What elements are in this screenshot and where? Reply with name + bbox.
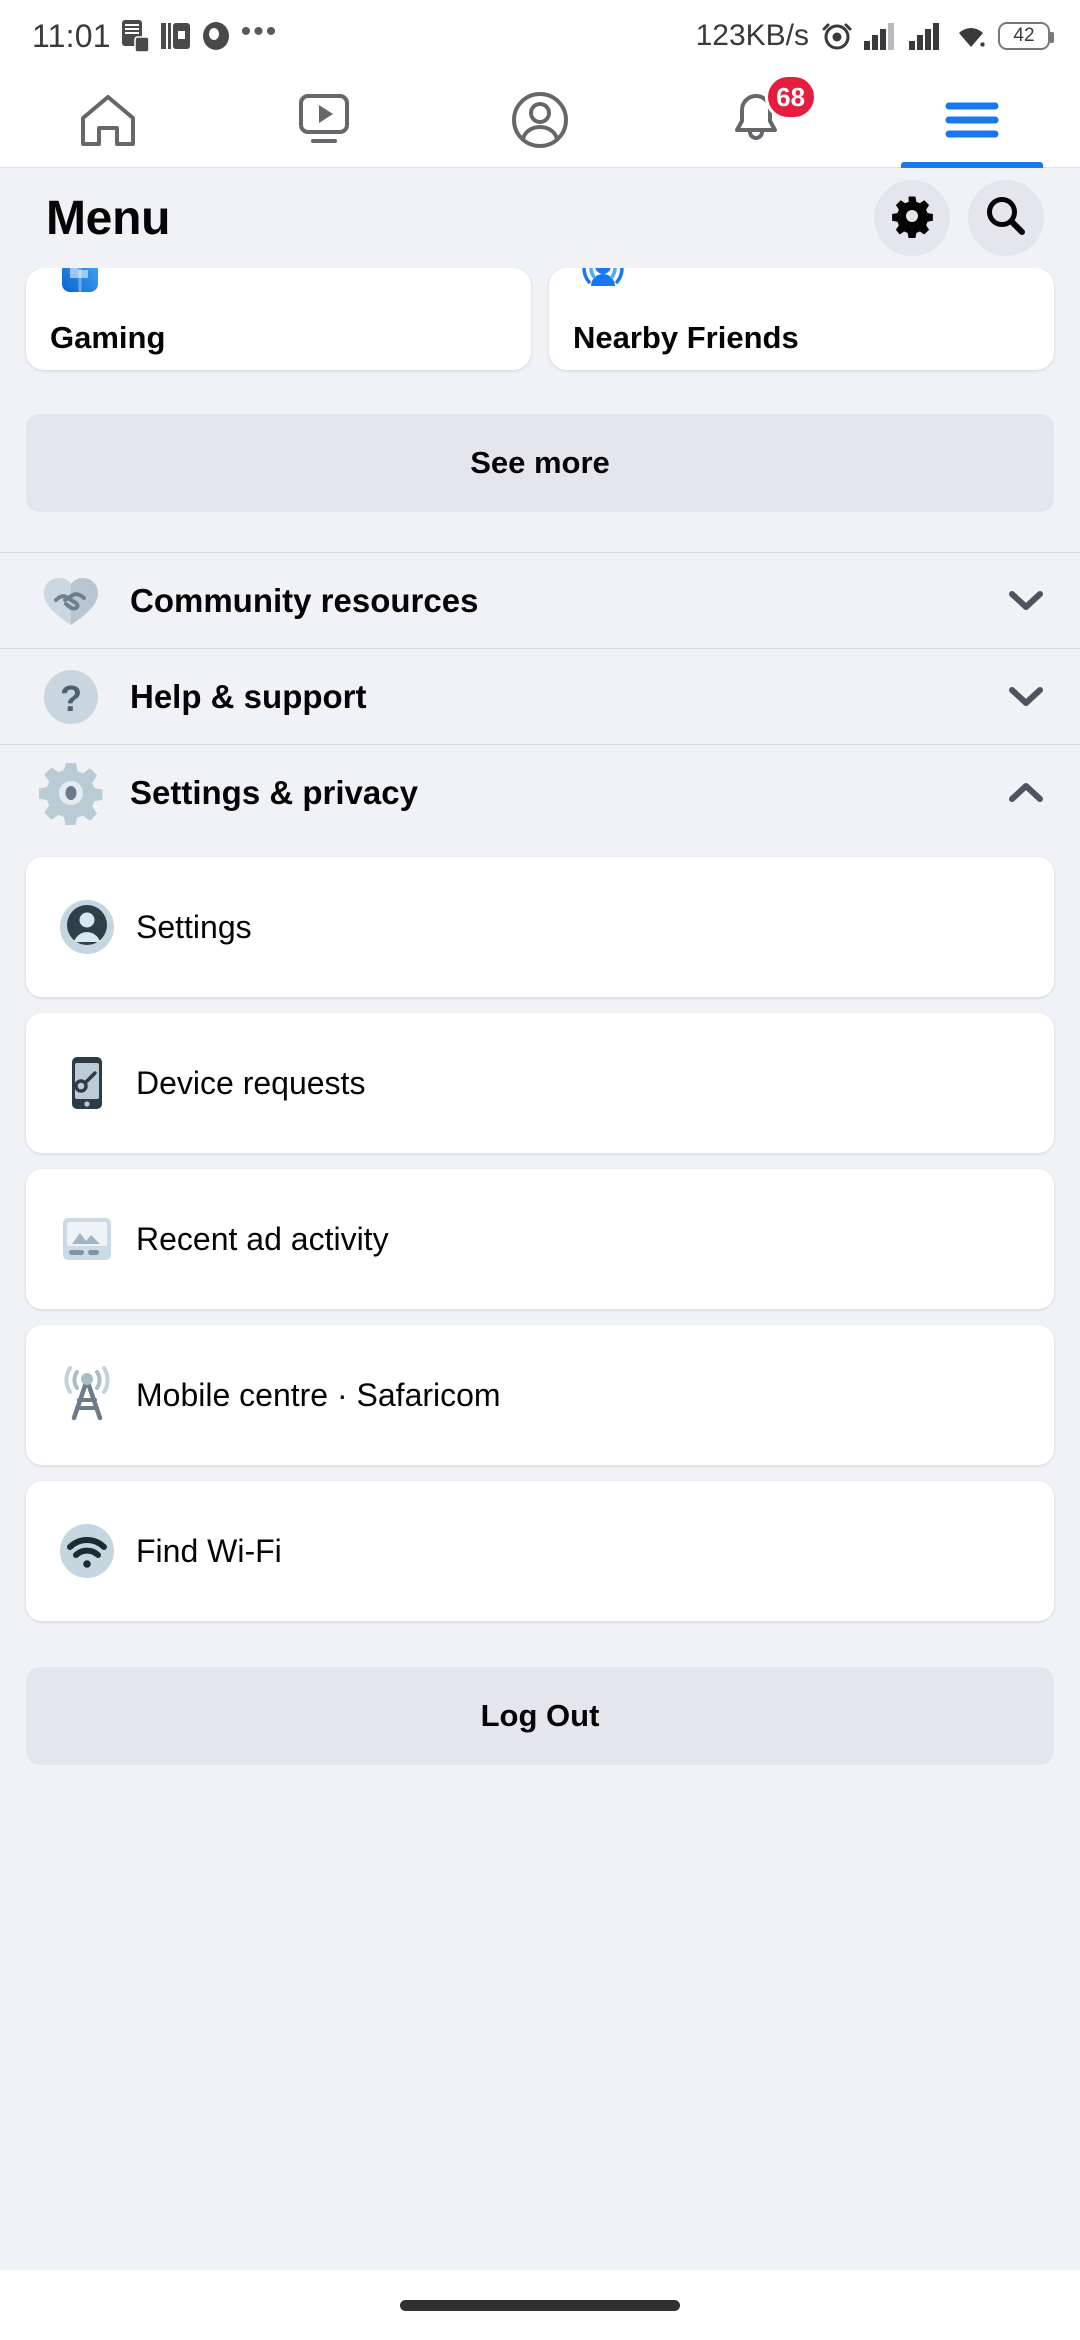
notification-badge: 68 <box>764 74 817 120</box>
alarm-icon <box>820 19 854 53</box>
person-avatar-icon <box>56 896 118 958</box>
video-icon <box>289 85 359 155</box>
chevron-up-icon <box>1006 781 1046 805</box>
gear-icon <box>890 194 934 243</box>
menu-item-label: Find Wi-Fi <box>136 1532 282 1569</box>
home-indicator[interactable] <box>400 2299 680 2311</box>
nearby-friends-icon <box>573 268 633 307</box>
battery-level: 42 <box>1013 25 1035 46</box>
section-label: Help & support <box>130 677 367 715</box>
shortcut-label: Gaming <box>50 320 166 355</box>
section-label: Community resources <box>130 581 479 619</box>
menu-header: Menu <box>0 168 1080 268</box>
search-icon <box>983 193 1029 244</box>
phone-key-icon <box>56 1052 118 1114</box>
header-actions <box>874 180 1044 256</box>
shortcut-label: Nearby Friends <box>573 320 799 355</box>
section-label: Settings & privacy <box>130 774 418 811</box>
status-bar-left: 11:01 ••• <box>32 14 279 56</box>
wifi-icon <box>953 21 989 51</box>
active-tab-underline <box>900 162 1044 168</box>
hamburger-icon <box>937 85 1007 155</box>
cell-tower-icon <box>56 1364 118 1426</box>
video-tab[interactable] <box>216 72 432 167</box>
signal-sim1-icon <box>863 21 899 51</box>
page-title: Menu <box>46 191 171 245</box>
battery-saver-icon <box>160 20 191 52</box>
sd-card-icon <box>121 19 151 53</box>
top-navigation-bar: 68 <box>0 72 1080 168</box>
phone-screen: 11:01 ••• 123KB/s 42 68 Menu Gaming Near… <box>0 0 1080 2340</box>
shortcut-card-gaming[interactable]: Gaming <box>26 268 531 370</box>
menu-item-label: Device requests <box>136 1064 366 1101</box>
status-bar: 11:01 ••• 123KB/s 42 <box>0 0 1080 72</box>
home-indicator-area <box>0 2270 1080 2340</box>
notifications-tab[interactable]: 68 <box>648 72 864 167</box>
log-out-button[interactable]: Log Out <box>26 1667 1054 1765</box>
gaming-controller-icon <box>50 268 110 307</box>
status-time: 11:01 <box>32 17 111 54</box>
gear-grey-icon <box>36 760 106 826</box>
menu-tab[interactable] <box>864 72 1080 168</box>
menu-item-mobile-centre[interactable]: Mobile centre · Safaricom <box>26 1325 1054 1465</box>
signal-sim2-icon <box>908 21 944 51</box>
menu-item-label: Recent ad activity <box>136 1220 389 1257</box>
menu-item-find-wifi[interactable]: Find Wi-Fi <box>26 1481 1054 1621</box>
profile-tab[interactable] <box>432 72 648 167</box>
menu-item-label: Settings <box>136 908 252 945</box>
settings-shortcut-button[interactable] <box>874 180 950 256</box>
menu-scroll-body[interactable]: Gaming Nearby Friends See more Community… <box>0 268 1080 2270</box>
vpn-icon <box>201 20 231 52</box>
menu-item-device-requests[interactable]: Device requests <box>26 1013 1054 1153</box>
question-circle-icon: ? <box>36 666 106 728</box>
section-community-resources[interactable]: Community resources <box>0 553 1080 649</box>
ad-card-icon <box>56 1208 118 1270</box>
section-settings-privacy[interactable]: Settings & privacy <box>0 745 1080 841</box>
home-tab[interactable] <box>0 72 216 167</box>
chevron-down-icon <box>1006 685 1046 709</box>
svg-text:?: ? <box>60 678 82 719</box>
shortcut-card-row: Gaming Nearby Friends <box>0 268 1080 370</box>
handshake-heart-icon <box>36 572 106 630</box>
settings-privacy-items: Settings Device requests Recent ad activ… <box>0 857 1080 1621</box>
chevron-down-icon <box>1006 589 1046 613</box>
shortcut-card-nearby-friends[interactable]: Nearby Friends <box>549 268 1054 370</box>
status-bar-right: 123KB/s 42 <box>695 19 1054 53</box>
overflow-dots-icon: ••• <box>240 14 279 48</box>
menu-item-label: Mobile centre · Safaricom <box>136 1376 501 1413</box>
see-more-button[interactable]: See more <box>26 414 1054 512</box>
battery-icon: 42 <box>998 22 1054 50</box>
search-button[interactable] <box>968 180 1044 256</box>
profile-icon <box>505 85 575 155</box>
network-speed: 123KB/s <box>695 19 809 52</box>
menu-item-settings[interactable]: Settings <box>26 857 1054 997</box>
home-icon <box>73 85 143 155</box>
wifi-find-icon <box>56 1520 118 1582</box>
section-help-support[interactable]: ? Help & support <box>0 649 1080 745</box>
menu-item-recent-ad-activity[interactable]: Recent ad activity <box>26 1169 1054 1309</box>
